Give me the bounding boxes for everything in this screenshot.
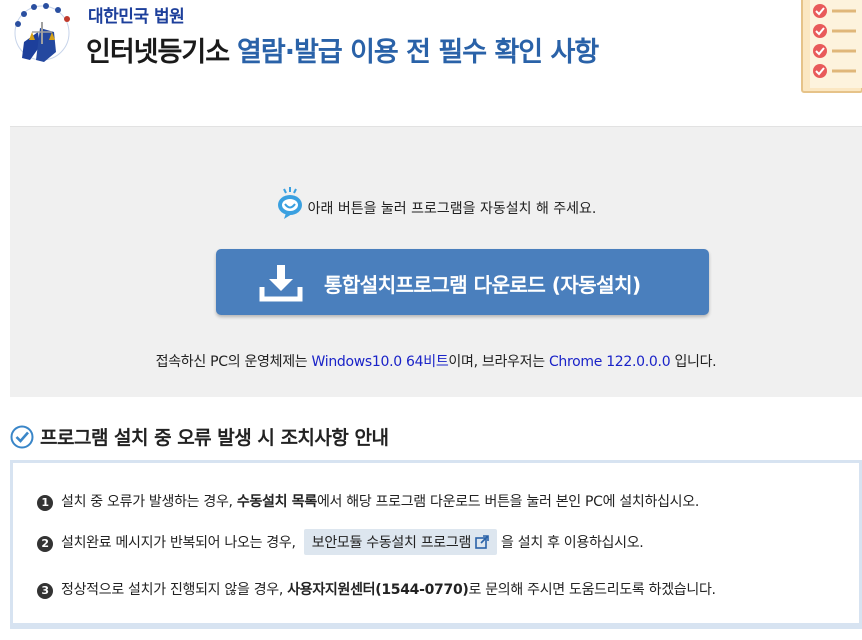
step-number-1: 1 (37, 495, 53, 511)
env-middle: 이며, 브라우저는 (448, 354, 549, 370)
security-module-manual-install-button[interactable]: 보안모듈 수동설치 프로그램 (303, 529, 498, 555)
install-panel: 아래 버튼을 눌러 프로그램을 자동설치 해 주세요. 통합설치프로그램 다운로… (10, 126, 862, 397)
title-subject: 열람·발급 이용 전 필수 확인 사항 (237, 37, 599, 68)
error-guide-box: 1 설치 중 오류가 발생하는 경우, 수동설치 목록에서 해당 프로그램 다운로… (10, 460, 862, 629)
guide-item-1: 1 설치 중 오류가 발생하는 경우, 수동설치 목록에서 해당 프로그램 다운로… (37, 491, 699, 511)
guide-item-3: 3 정상적으로 설치가 진행되지 않을 경우, 사용자지원센터(1544-0770… (37, 579, 716, 599)
court-name: 대한민국 법원 (88, 7, 185, 27)
guide-1-text: 설치 중 오류가 발생하는 경우, (61, 494, 237, 510)
manual-install-list-text: 수동설치 목록 (236, 494, 317, 510)
download-installer-button[interactable]: 통합설치프로그램 다운로드 (자동설치) (216, 249, 709, 315)
guide-1-text-post: 에서 해당 프로그램 다운로드 버튼을 눌러 본인 PC에 설치하십시오. (316, 494, 699, 510)
download-installer-label: 통합설치프로그램 다운로드 (자동설치) (324, 273, 641, 297)
install-hint: 아래 버튼을 눌러 프로그램을 자동설치 해 주세요. (10, 187, 862, 219)
check-circle-icon (10, 425, 34, 449)
guide-2-text-post: 을 설치 후 이용하십시오. (501, 535, 644, 551)
guide-3-text-post: 로 문의해 주시면 도움드리도록 하겠습니다. (468, 582, 717, 598)
page-title: 인터넷등기소 열람·발급 이용 전 필수 확인 사항 (86, 30, 599, 69)
step-number-3: 3 (37, 583, 53, 599)
env-prefix: 접속하신 PC의 운영체제는 (155, 354, 312, 370)
header: 대한민국 법원 인터넷등기소 열람·발급 이용 전 필수 확인 사항 (0, 0, 862, 100)
court-emblem-icon (14, 3, 70, 62)
speech-bubble-icon (277, 187, 302, 219)
environment-info: 접속하신 PC의 운영체제는 Windows10.0 64비트이며, 브라우저는… (10, 351, 862, 371)
title-site: 인터넷등기소 (86, 37, 230, 68)
external-link-icon (475, 535, 489, 549)
os-value: Windows10.0 64비트 (311, 354, 449, 370)
browser-value: Chrome 122.0.0.0 (548, 354, 671, 370)
guide-2-text: 설치완료 메시지가 반복되어 나오는 경우, (61, 535, 300, 551)
download-icon (259, 265, 303, 302)
section-title: 프로그램 설치 중 오류 발생 시 조치사항 안내 (10, 423, 389, 450)
security-module-button-label: 보안모듈 수동설치 프로그램 (311, 535, 472, 551)
install-hint-text: 아래 버튼을 눌러 프로그램을 자동설치 해 주세요. (307, 201, 597, 217)
checklist-icon (801, 0, 862, 93)
guide-3-text: 정상적으로 설치가 진행되지 않을 경우, (61, 582, 288, 598)
env-suffix: 입니다. (670, 354, 717, 370)
step-number-2: 2 (37, 536, 53, 552)
section-title-text: 프로그램 설치 중 오류 발생 시 조치사항 안내 (40, 427, 389, 449)
support-center-text: 사용자지원센터(1544-0770) (287, 582, 469, 598)
guide-item-2: 2 설치완료 메시지가 반복되어 나오는 경우, 보안모듈 수동설치 프로그램 을 … (37, 529, 644, 555)
